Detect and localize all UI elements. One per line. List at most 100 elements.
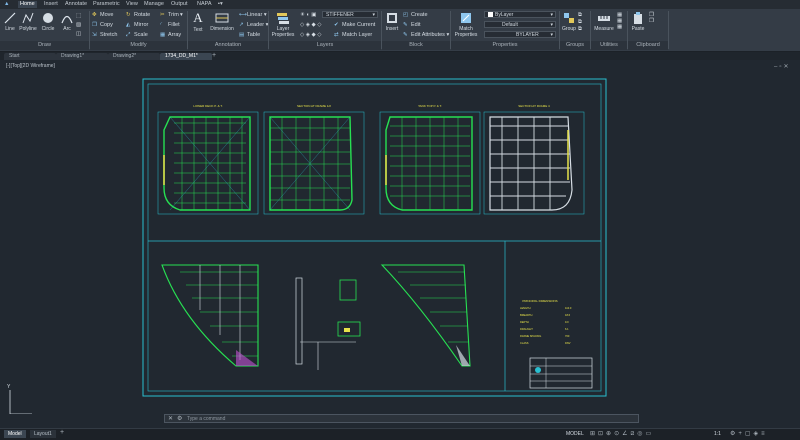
drawing-canvas[interactable]: LOWER DECK P. & T. SECTION AT FRAME 1/2 … xyxy=(0,60,800,414)
panel-annotation[interactable]: Annotation xyxy=(188,41,268,50)
measure-button[interactable]: Measure xyxy=(592,12,616,32)
edit-block-button[interactable]: ✎ Edit xyxy=(403,22,420,28)
circle-label: Circle xyxy=(41,26,55,32)
create-block-button[interactable]: ◰ Create xyxy=(403,12,428,18)
region-icon[interactable]: ◫ xyxy=(76,31,81,37)
annotation-scale[interactable]: 1:1 xyxy=(714,431,721,437)
panel-layers[interactable]: Layers xyxy=(269,41,381,50)
copy-button[interactable]: ❐ Copy xyxy=(92,22,113,28)
layout-tab-layout1[interactable]: Layout1 xyxy=(30,430,56,438)
leader-button[interactable]: ↗ Leader ▾ xyxy=(239,22,268,28)
lineweight-value: BYLAYER xyxy=(516,32,539,38)
layer-properties-button[interactable]: Layer Properties xyxy=(270,12,296,38)
model-space-toggle[interactable]: MODEL xyxy=(566,431,584,437)
dimension-label: Dimension xyxy=(210,26,234,32)
title-block xyxy=(529,357,593,389)
ribbon-options-icon[interactable]: ▪▾ xyxy=(216,1,225,8)
trim-label: Trim xyxy=(168,12,179,18)
doc-tab-drawing1[interactable]: Drawing1* xyxy=(56,53,108,60)
doc-tab-active[interactable]: 1734_DD_M1* xyxy=(160,53,212,60)
scale-icon: ⤢ xyxy=(126,32,131,39)
panel-groups[interactable]: Groups xyxy=(560,41,590,50)
layer-tools-icons[interactable]: ◇ ◈ ◆ ◇ xyxy=(300,22,322,28)
command-input[interactable]: Type a command xyxy=(187,416,225,422)
mirror-button[interactable]: ◭ Mirror xyxy=(126,22,148,28)
tab-view[interactable]: View xyxy=(124,1,140,8)
move-label: Move xyxy=(100,12,114,18)
make-current-label: Make Current xyxy=(342,22,376,28)
lineweight-dropdown[interactable]: BYLAYER ▾ xyxy=(484,31,556,38)
arc-button[interactable]: Arc xyxy=(60,12,74,32)
fillet-icon: ◜ xyxy=(160,22,163,29)
tab-napa[interactable]: NAPA xyxy=(195,1,214,8)
panel-clipboard[interactable]: Clipboard xyxy=(628,41,668,50)
table-button[interactable]: ▤ Table xyxy=(239,32,260,38)
tab-insert[interactable]: Insert xyxy=(42,1,60,8)
table-row-value: 18.6 xyxy=(565,313,571,317)
polyline-icon xyxy=(22,12,34,24)
scale-button[interactable]: ⤢ Scale xyxy=(126,32,148,38)
text-button[interactable]: A Text xyxy=(190,10,206,34)
panel-modify[interactable]: Modify xyxy=(90,41,187,50)
insert-button[interactable]: Insert xyxy=(384,12,400,32)
command-line[interactable]: ✕ ⚙ Type a command xyxy=(164,414,639,423)
table-icon: ▤ xyxy=(239,32,245,39)
utility-tools-icons[interactable]: ▦ ▦ ▦ xyxy=(617,12,622,30)
clipboard-tools-icons[interactable]: ❐ ❐ xyxy=(649,12,654,24)
line-button[interactable]: Line xyxy=(3,12,17,32)
layout-tab-model[interactable]: Model xyxy=(4,430,26,438)
fillet-button[interactable]: ◜ Fillet xyxy=(160,22,180,28)
edit-attributes-icon: ✎ xyxy=(403,32,408,39)
panel-utilities[interactable]: Utilities xyxy=(591,41,627,50)
new-tab-icon[interactable]: + xyxy=(212,52,216,59)
linear-button[interactable]: ⟷Linear ▾ xyxy=(239,12,267,18)
group-button[interactable]: Group xyxy=(561,12,577,32)
layer-dropdown[interactable]: STIFFENER ▾ xyxy=(322,11,378,18)
panel-block[interactable]: Block xyxy=(382,41,450,50)
make-current-button[interactable]: ✔ Make Current xyxy=(334,22,375,28)
wrench-icon[interactable]: ⚙ xyxy=(177,415,182,422)
paste-label: Paste xyxy=(631,26,645,32)
tab-manage[interactable]: Manage xyxy=(142,1,166,8)
panel-draw[interactable]: Draw xyxy=(0,41,89,50)
linetype-dropdown[interactable]: Default ▾ xyxy=(484,21,556,28)
group-tools-icons[interactable]: ⧉ ⧉ ⧉ xyxy=(578,12,582,33)
clipboard-icon xyxy=(634,12,642,24)
paste-button[interactable]: Paste xyxy=(630,12,646,32)
stretch-button[interactable]: ⇲ Stretch xyxy=(92,32,117,38)
close-icon[interactable]: ✕ xyxy=(168,415,173,422)
trim-button[interactable]: ✂ Trim xyxy=(160,12,179,18)
match-layer-button[interactable]: ⇄ Match Layer xyxy=(334,32,372,38)
circle-button[interactable]: Circle xyxy=(40,12,56,32)
modify-more-icon[interactable]: ▾ xyxy=(180,12,183,18)
edit-attributes-button[interactable]: ✎ Edit Attributes ▾ xyxy=(403,32,449,38)
edit-block-label: Edit xyxy=(411,22,421,28)
linear-label: Linear xyxy=(247,12,263,18)
plan-title-3: TANK TOP P. & T. xyxy=(418,104,442,108)
tab-annotate[interactable]: Annotate xyxy=(63,1,89,8)
measure-label: Measure xyxy=(594,26,614,32)
drafting-toggle-icons[interactable]: ⊞⊡⊕⊙∠⧄◎▭ xyxy=(590,430,654,438)
app-menu-icon[interactable]: ▲ xyxy=(2,1,11,8)
text-label: Text xyxy=(193,27,203,33)
tab-home[interactable]: Home xyxy=(18,1,37,8)
doc-tab-drawing2[interactable]: Drawing2* xyxy=(108,53,160,60)
dimension-button[interactable]: Dimension xyxy=(208,12,236,32)
status-tool-icons[interactable]: ⚙+▢◈≡ xyxy=(730,430,768,437)
panel-properties[interactable]: Properties xyxy=(451,41,559,50)
add-layout-icon[interactable]: + xyxy=(60,429,64,436)
layer-state-icons[interactable]: ☀ ◐ ▣ xyxy=(300,12,317,18)
array-button[interactable]: ▦ Array xyxy=(160,32,181,38)
color-dropdown[interactable]: ByLayer ▾ xyxy=(484,11,556,18)
move-button[interactable]: ✥ Move xyxy=(92,12,113,18)
rotate-button[interactable]: ↻ Rotate xyxy=(126,12,150,18)
doc-tab-start[interactable]: Start xyxy=(4,53,56,60)
layer-tools-icons-2[interactable]: ◇ ◈ ◆ ◇ xyxy=(300,32,322,38)
tab-output[interactable]: Output xyxy=(169,1,190,8)
polyline-button[interactable]: Polyline xyxy=(18,12,38,32)
match-properties-button[interactable]: Match Properties xyxy=(452,12,480,38)
draw-more-icon[interactable]: ⬚ xyxy=(76,13,81,19)
tab-parametric[interactable]: Parametric xyxy=(91,1,122,8)
hatch-icon[interactable]: ▨ xyxy=(76,22,81,28)
text-icon: A xyxy=(193,10,203,25)
